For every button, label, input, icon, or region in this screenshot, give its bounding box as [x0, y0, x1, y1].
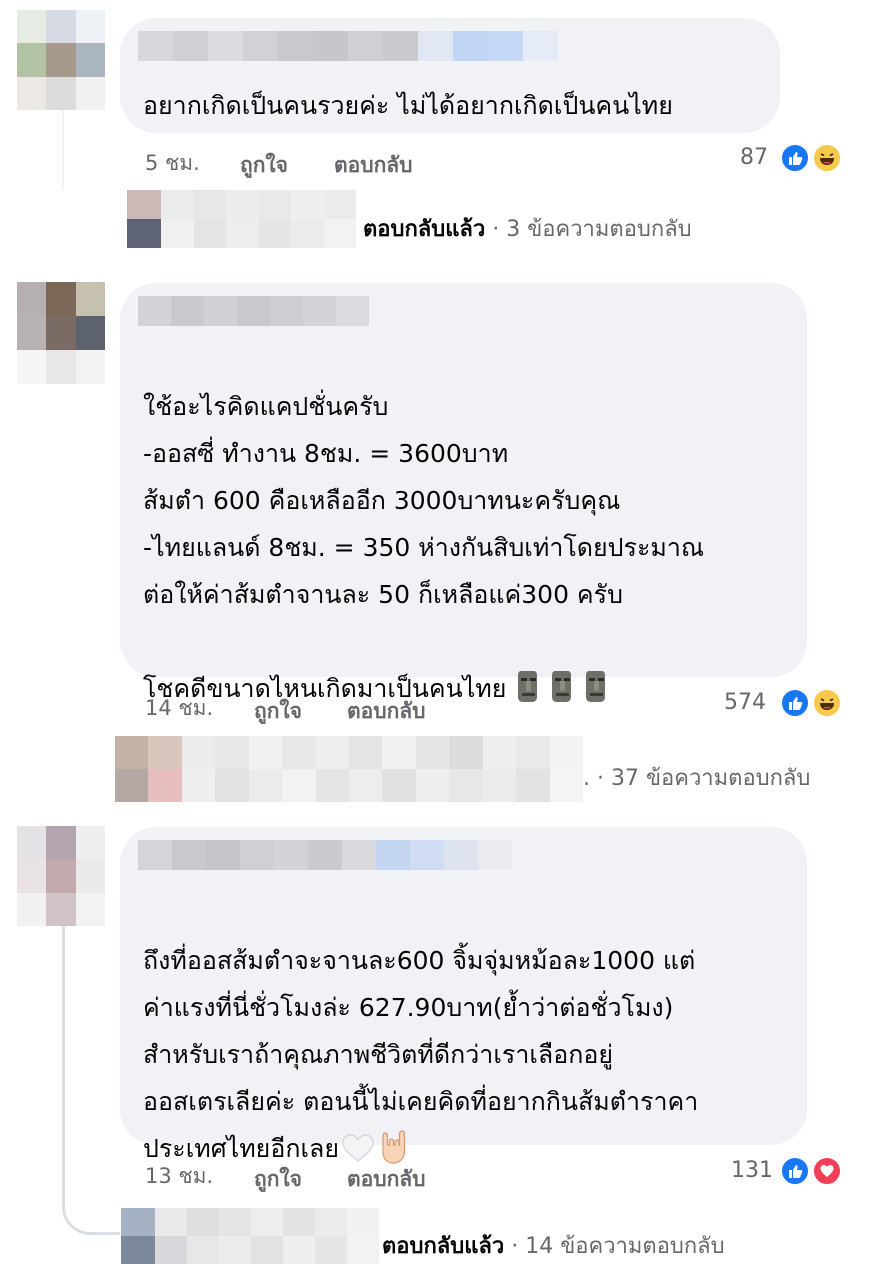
avatar[interactable]	[17, 10, 105, 110]
view-replies-link[interactable]: ตอบกลับแล้ว · 3 ข้อความตอบกลับ	[363, 211, 692, 246]
comment-text: ถึงที่ออสส้มตำจะจานละ600 จิ้มจุ่มหม้อละ1…	[143, 890, 698, 1172]
reply-count: · 3 ข้อความตอบกลับ	[492, 217, 692, 242]
comment-time[interactable]: 14 ชม.	[145, 692, 213, 725]
comment-text: อยากเกิดเป็นคนรวยค่ะ ไม่ได้อยากเกิดเป็นค…	[143, 91, 673, 120]
reply-button[interactable]: ตอบกลับ	[347, 695, 426, 728]
reply-count: · 14 ข้อความตอบกลับ	[511, 1234, 725, 1259]
comment-text-content: ถึงที่ออสส้มตำจะจานละ600 จิ้มจุ่มหม้อละ1…	[143, 946, 699, 1163]
love-icon	[812, 1156, 842, 1186]
reply-button[interactable]: ตอบกลับ	[334, 149, 413, 182]
like-button[interactable]: ถูกใจ	[254, 1163, 302, 1196]
rock-on-hand-icon	[379, 1129, 409, 1165]
like-icon	[780, 1156, 810, 1186]
thread-line	[62, 110, 64, 190]
moai-icon	[516, 669, 540, 703]
like-icon	[780, 688, 810, 718]
like-button[interactable]: ถูกใจ	[254, 695, 302, 728]
moai-icon	[584, 669, 608, 703]
comment-time[interactable]: 13 ชม.	[145, 1160, 213, 1193]
comment-text: ใช้อะไรคิดแคปชั่นครับ -ออสซี่ ทำงาน 8ชม.…	[143, 336, 704, 712]
replied-label: ตอบกลับแล้ว	[363, 217, 486, 242]
reaction-count[interactable]: 574	[724, 690, 766, 715]
avatar[interactable]	[17, 282, 105, 384]
like-icon	[780, 143, 810, 173]
author-name[interactable]	[138, 31, 558, 61]
reply-dot: .	[583, 766, 590, 791]
replied-label: ตอบกลับแล้ว	[382, 1234, 505, 1259]
author-name[interactable]	[138, 840, 512, 870]
reply-avatars-blurred[interactable]	[115, 736, 583, 802]
white-heart-icon	[341, 1131, 375, 1162]
avatar[interactable]	[17, 826, 105, 926]
like-button[interactable]: ถูกใจ	[240, 149, 288, 182]
haha-icon	[812, 143, 842, 173]
reply-button[interactable]: ตอบกลับ	[347, 1163, 426, 1196]
reaction-count[interactable]: 131	[731, 1158, 773, 1183]
reply-author-name[interactable]	[161, 190, 356, 248]
author-name[interactable]	[138, 296, 369, 326]
reply-author-name[interactable]	[155, 1208, 379, 1264]
comment-text-content: ใช้อะไรคิดแคปชั่นครับ -ออสซี่ ทำงาน 8ชม.…	[143, 392, 705, 703]
comment-time[interactable]: 5 ชม.	[145, 147, 200, 180]
reaction-count[interactable]: 87	[740, 145, 768, 170]
thread-line	[62, 925, 65, 1205]
thread-line-curve	[62, 1180, 120, 1235]
reply-avatar[interactable]	[121, 1208, 155, 1264]
view-replies-link[interactable]: . · 37 ข้อความตอบกลับ	[583, 760, 810, 795]
reply-avatar[interactable]	[127, 190, 161, 248]
reply-count: · 37 ข้อความตอบกลับ	[597, 766, 811, 791]
haha-icon	[812, 688, 842, 718]
moai-icon	[550, 669, 574, 703]
view-replies-link[interactable]: ตอบกลับแล้ว · 14 ข้อความตอบกลับ	[382, 1228, 725, 1263]
